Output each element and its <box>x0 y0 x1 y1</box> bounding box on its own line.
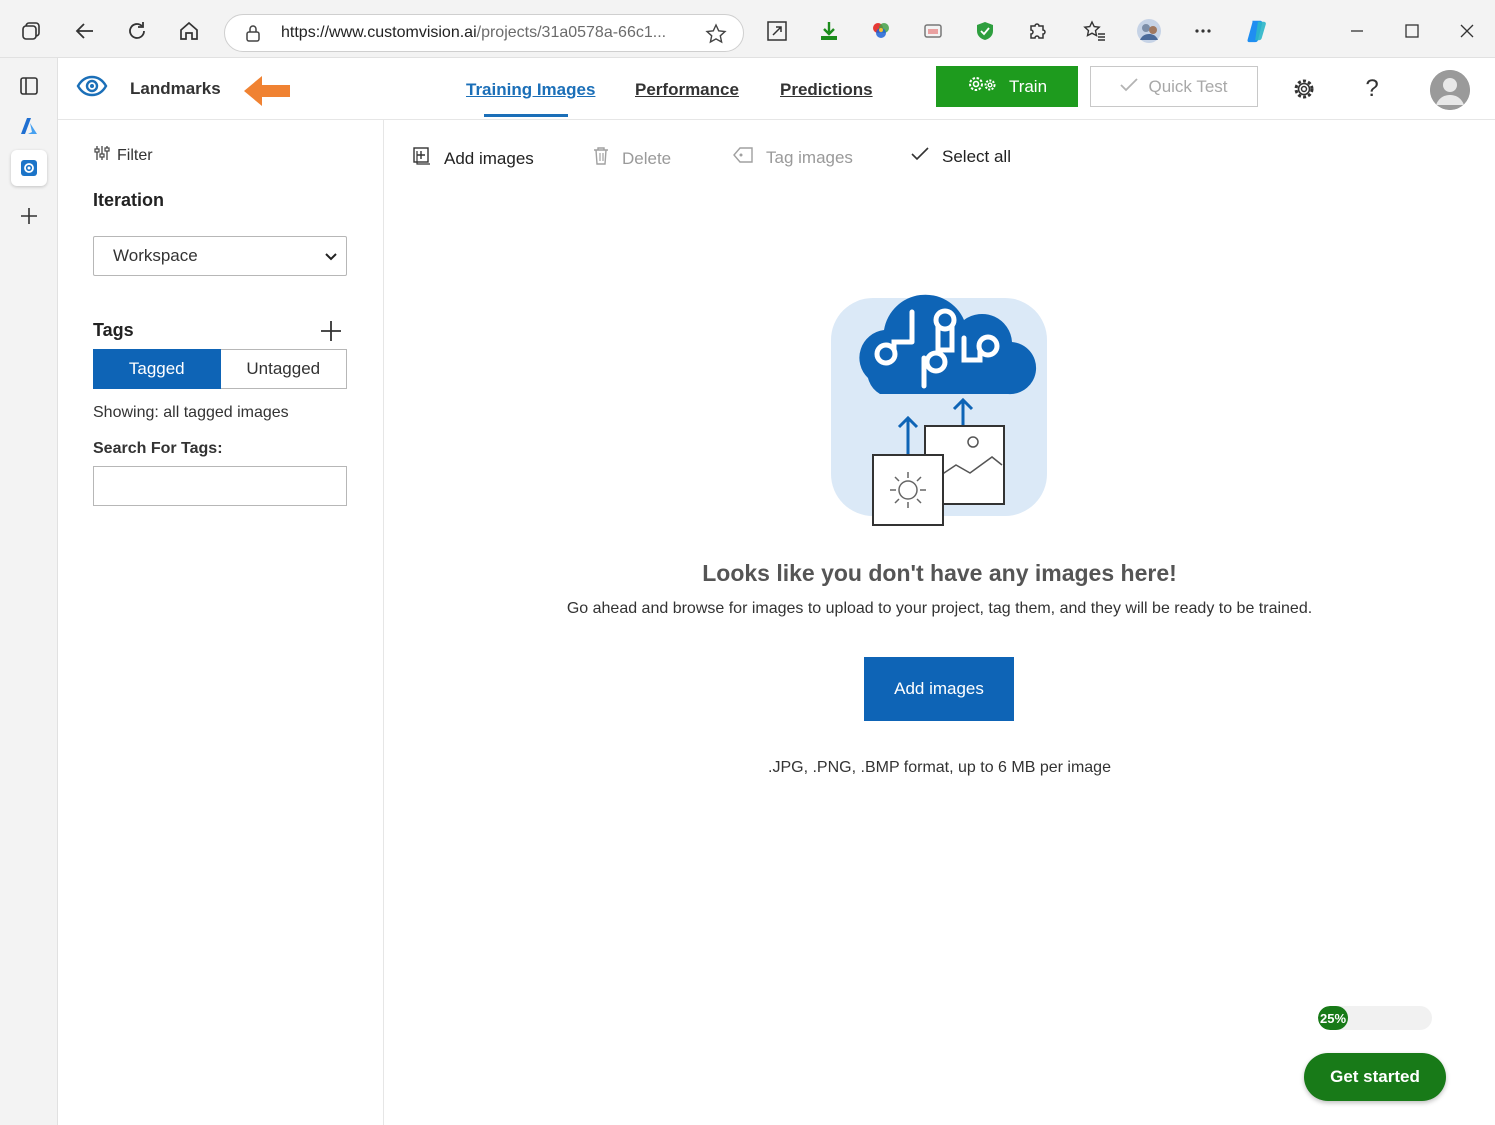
iteration-heading: Iteration <box>93 190 165 210</box>
checkmark-icon <box>1120 77 1139 97</box>
favorites-icon[interactable] <box>1082 18 1108 44</box>
checkmark-icon <box>910 146 930 167</box>
cast-extension-icon[interactable] <box>920 18 946 44</box>
back-icon[interactable] <box>68 14 102 48</box>
add-image-icon <box>412 146 432 171</box>
gears-icon <box>967 74 999 99</box>
close-window-icon[interactable] <box>1454 18 1480 44</box>
delete-label: Delete <box>622 148 672 168</box>
extensions-puzzle-icon[interactable] <box>1024 18 1050 44</box>
filter-sliders-icon <box>93 144 111 167</box>
add-sidebar-app-icon[interactable] <box>11 198 47 234</box>
tagged-option[interactable]: Tagged <box>93 349 221 389</box>
empty-state-description: Go ahead and browse for images to upload… <box>566 600 1313 617</box>
url-path: /projects/31a0578a-66c1... <box>476 24 667 41</box>
quick-test-label: Quick Test <box>1148 76 1228 96</box>
tab-actions-icon[interactable] <box>11 68 47 104</box>
iteration-selected-value: Workspace <box>113 246 198 265</box>
progress-fill: 25% <box>1318 1006 1348 1030</box>
address-bar[interactable]: https://www.customvision.ai/projects/31a… <box>224 14 744 52</box>
add-tag-plus-icon[interactable] <box>318 318 344 344</box>
edge-sidebar <box>0 58 58 1125</box>
active-tab-indicator <box>484 114 568 117</box>
trash-icon <box>592 146 610 171</box>
add-images-toolbar-button[interactable]: Add images <box>412 146 534 171</box>
quick-test-button[interactable]: Quick Test <box>1090 66 1258 107</box>
train-label: Train <box>1008 76 1048 96</box>
progress-label: 25% <box>1319 1010 1347 1026</box>
select-all-toolbar-button[interactable]: Select all <box>910 146 1011 167</box>
filter-toggle[interactable]: Filter <box>93 144 153 167</box>
browser-toolbar: https://www.customvision.ai/projects/31a… <box>0 0 1495 58</box>
refresh-icon[interactable] <box>120 14 154 48</box>
onboarding-progress-bar: 25% <box>1318 1006 1432 1030</box>
color-picker-extension-icon[interactable] <box>868 18 894 44</box>
profile-icon[interactable] <box>1136 18 1162 44</box>
file-format-note: .JPG, .PNG, .BMP format, up to 6 MB per … <box>768 759 1111 776</box>
filter-panel: Filter Iteration Workspace Tags Tagged U… <box>58 120 384 1125</box>
select-all-label: Select all <box>942 146 1011 166</box>
empty-state-title: Looks like you don't have any images her… <box>702 560 1177 586</box>
tag-images-toolbar-button[interactable]: Tag images <box>732 146 853 169</box>
get-started-button[interactable]: Get started <box>1304 1053 1446 1101</box>
showing-status: Showing: all tagged images <box>93 404 289 421</box>
shield-extension-icon[interactable] <box>972 18 998 44</box>
chevron-down-icon <box>324 249 338 269</box>
maximize-icon[interactable] <box>1399 18 1425 44</box>
tag-icon <box>732 146 754 169</box>
tab-training-images[interactable]: Training Images <box>466 80 595 100</box>
upload-illustration-icon <box>828 292 1050 533</box>
tags-heading: Tags <box>93 320 134 340</box>
help-question-icon[interactable]: ? <box>1357 74 1387 104</box>
app-header: Landmarks Training Images Performance Pr… <box>58 58 1495 120</box>
url-domain: https://www.customvision.ai <box>281 24 477 41</box>
more-menu-icon[interactable] <box>1190 18 1216 44</box>
url-text[interactable]: https://www.customvision.ai/projects/31a… <box>281 24 666 42</box>
search-tags-input[interactable] <box>93 466 347 506</box>
filter-label: Filter <box>117 146 153 164</box>
tag-images-label: Tag images <box>766 147 853 167</box>
workspaces-icon[interactable] <box>14 14 48 48</box>
minimize-icon[interactable] <box>1344 18 1370 44</box>
settings-gear-icon[interactable] <box>1289 74 1319 104</box>
copilot-icon[interactable] <box>1244 18 1270 44</box>
tab-predictions[interactable]: Predictions <box>780 80 873 100</box>
train-button[interactable]: Train <box>936 66 1078 107</box>
iteration-dropdown[interactable]: Workspace <box>93 236 347 276</box>
add-images-label: Add images <box>444 148 534 168</box>
lock-icon[interactable] <box>245 24 261 47</box>
home-icon[interactable] <box>172 14 206 48</box>
search-tags-label: Search For Tags: <box>93 440 223 457</box>
azure-icon[interactable] <box>11 108 47 144</box>
open-in-app-icon[interactable] <box>764 18 790 44</box>
custom-vision-tab-icon[interactable] <box>11 150 47 186</box>
add-images-button[interactable]: Add images <box>864 657 1014 721</box>
untagged-option[interactable]: Untagged <box>220 349 347 389</box>
favorite-star-icon[interactable] <box>705 23 727 50</box>
download-extension-icon[interactable] <box>816 18 842 44</box>
user-avatar[interactable] <box>1430 70 1470 110</box>
tag-filter-toggle: Tagged Untagged <box>93 349 347 389</box>
annotation-arrow-icon <box>242 74 292 113</box>
tab-performance[interactable]: Performance <box>635 80 739 100</box>
delete-toolbar-button[interactable]: Delete <box>592 146 671 171</box>
project-name[interactable]: Landmarks <box>130 79 221 99</box>
custom-vision-eye-icon[interactable] <box>76 74 108 103</box>
